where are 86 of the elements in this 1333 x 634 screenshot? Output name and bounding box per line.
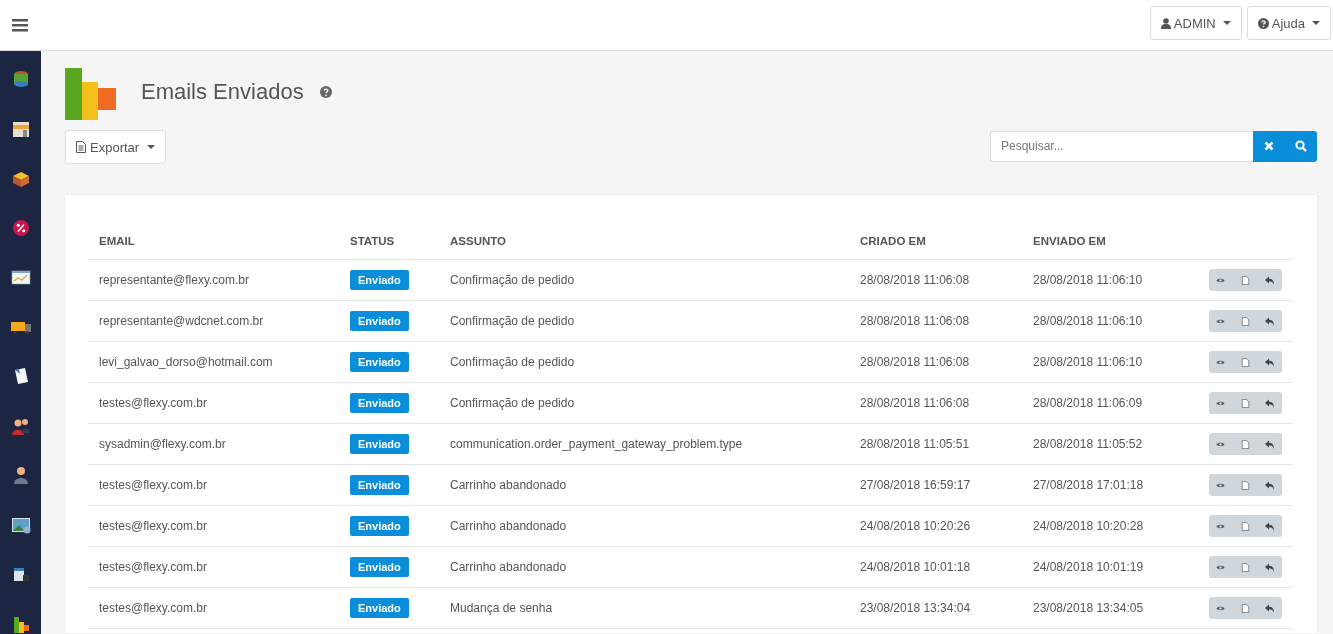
- reply-icon: [1265, 562, 1275, 572]
- document-icon: [1240, 398, 1250, 408]
- table-cell: representante@flexy.com.br: [99, 273, 250, 287]
- status-badge: Enviado: [350, 557, 409, 577]
- status-badge: Enviado: [350, 516, 409, 536]
- bar-chart-logo-icon: [65, 66, 119, 122]
- search-field[interactable]: Pesquisar...: [990, 130, 1253, 162]
- caret-icon: [1312, 21, 1320, 25]
- status-badge: Enviado: [350, 434, 409, 454]
- table-cell: sysadmin@flexy.com.br: [99, 437, 226, 451]
- reply-icon: [1265, 603, 1275, 613]
- reply-icon: [1265, 398, 1275, 408]
- table-cell: levi_galvao_dorso@hotmail.com: [99, 355, 273, 369]
- status-badge: Enviado: [350, 352, 409, 372]
- reply-icon: [1265, 439, 1275, 449]
- table-cell: 24/08/2018 10:20:28: [1033, 519, 1144, 533]
- reply-icon: [1265, 275, 1275, 285]
- reply-icon: [1265, 357, 1275, 367]
- table-cell: 28/08/2018 11:06:10: [1033, 273, 1143, 287]
- table-cell: 28/08/2018 11:06:10: [1033, 314, 1143, 328]
- menu-icon[interactable]: [12, 18, 28, 32]
- document-icon: [1240, 603, 1250, 613]
- help-icon: [1257, 17, 1269, 29]
- column-header: EMAIL: [88, 222, 339, 260]
- document-icon: [1240, 357, 1250, 367]
- table-cell: 24/08/2018 10:01:19: [1033, 560, 1144, 574]
- table-cell: Carrinho abandonado: [450, 478, 567, 492]
- reply-icon: [1265, 480, 1275, 490]
- table-cell: Confirmação de pedido: [450, 355, 575, 369]
- table-cell: testes@flexy.com.br: [99, 601, 207, 615]
- table-cell: 28/08/2018 11:06:10: [1033, 355, 1143, 369]
- document-icon: [1240, 439, 1250, 449]
- table-cell: Mudança de senha: [450, 601, 553, 615]
- document-icon: [1240, 562, 1250, 572]
- status-badge: Enviado: [350, 311, 409, 331]
- search-icon: [1295, 140, 1307, 152]
- table-cell: 28/08/2018 11:06:09: [1033, 396, 1143, 410]
- document-icon: [76, 141, 86, 153]
- search-button[interactable]: [1285, 130, 1317, 162]
- table-cell: 23/08/2018 13:34:04: [860, 601, 971, 615]
- table-cell: Confirmação de pedido: [450, 314, 575, 328]
- status-badge: Enviado: [350, 598, 409, 618]
- status-badge: Enviado: [350, 475, 409, 495]
- clear-button[interactable]: [1253, 130, 1285, 162]
- table-cell: 24/08/2018 10:20:26: [860, 519, 971, 533]
- table-cell: 23/08/2018 13:34:05: [1033, 601, 1144, 615]
- help-icon[interactable]: [319, 86, 332, 98]
- status-badge: Enviado: [350, 393, 409, 413]
- reply-icon: [1265, 316, 1275, 326]
- table-cell: Carrinho abandonado: [450, 519, 567, 533]
- document-icon: [1240, 275, 1250, 285]
- export-button[interactable]: Exportar: [65, 130, 167, 164]
- table-cell: Confirmação de pedido: [450, 273, 575, 287]
- page-title: Emails Enviados: [141, 79, 304, 105]
- table-cell: 28/08/2018 11:06:08: [860, 396, 970, 410]
- table-cell: 27/08/2018 17:01:18: [1033, 478, 1144, 492]
- user-icon: [1160, 17, 1171, 29]
- table-cell: 28/08/2018 11:06:08: [860, 314, 970, 328]
- table-cell: testes@flexy.com.br: [99, 560, 207, 574]
- column-header: CRIADO EM: [849, 222, 1022, 260]
- column-header: ENVIADO EM: [1022, 222, 1180, 260]
- table-cell: representante@wdcnet.com.br: [99, 314, 264, 328]
- document-icon: [1240, 480, 1250, 490]
- document-icon: [1240, 316, 1250, 326]
- column-header: ASSUNTO: [439, 222, 849, 260]
- table-cell: communication.order_payment_gateway_problem.type: [450, 437, 743, 451]
- document-icon: [1240, 521, 1250, 531]
- reply-icon: [1265, 521, 1275, 531]
- table-cell: Confirmação de pedido: [450, 396, 575, 410]
- table-cell: 24/08/2018 10:01:18: [860, 560, 971, 574]
- table-cell: testes@flexy.com.br: [99, 478, 207, 492]
- table-cell: 28/08/2018 11:05:52: [1033, 437, 1143, 451]
- table-cell: 28/08/2018 11:05:51: [860, 437, 970, 451]
- status-badge: Enviado: [350, 270, 409, 290]
- caret-icon: [147, 145, 156, 149]
- table-cell: 28/08/2018 11:06:08: [860, 273, 970, 287]
- table-cell: 28/08/2018 11:06:08: [860, 355, 970, 369]
- table-cell: 27/08/2018 16:59:17: [860, 478, 971, 492]
- table-cell: testes@flexy.com.br: [99, 396, 207, 410]
- close-icon: [1264, 141, 1274, 151]
- table-cell: Carrinho abandonado: [450, 560, 567, 574]
- help-menu-button[interactable]: Ajuda: [1246, 6, 1331, 40]
- caret-icon: [1222, 21, 1231, 25]
- user-menu-button[interactable]: ADMIN: [1149, 6, 1242, 40]
- column-header: STATUS: [339, 222, 439, 260]
- table-cell: testes@flexy.com.br: [99, 519, 207, 533]
